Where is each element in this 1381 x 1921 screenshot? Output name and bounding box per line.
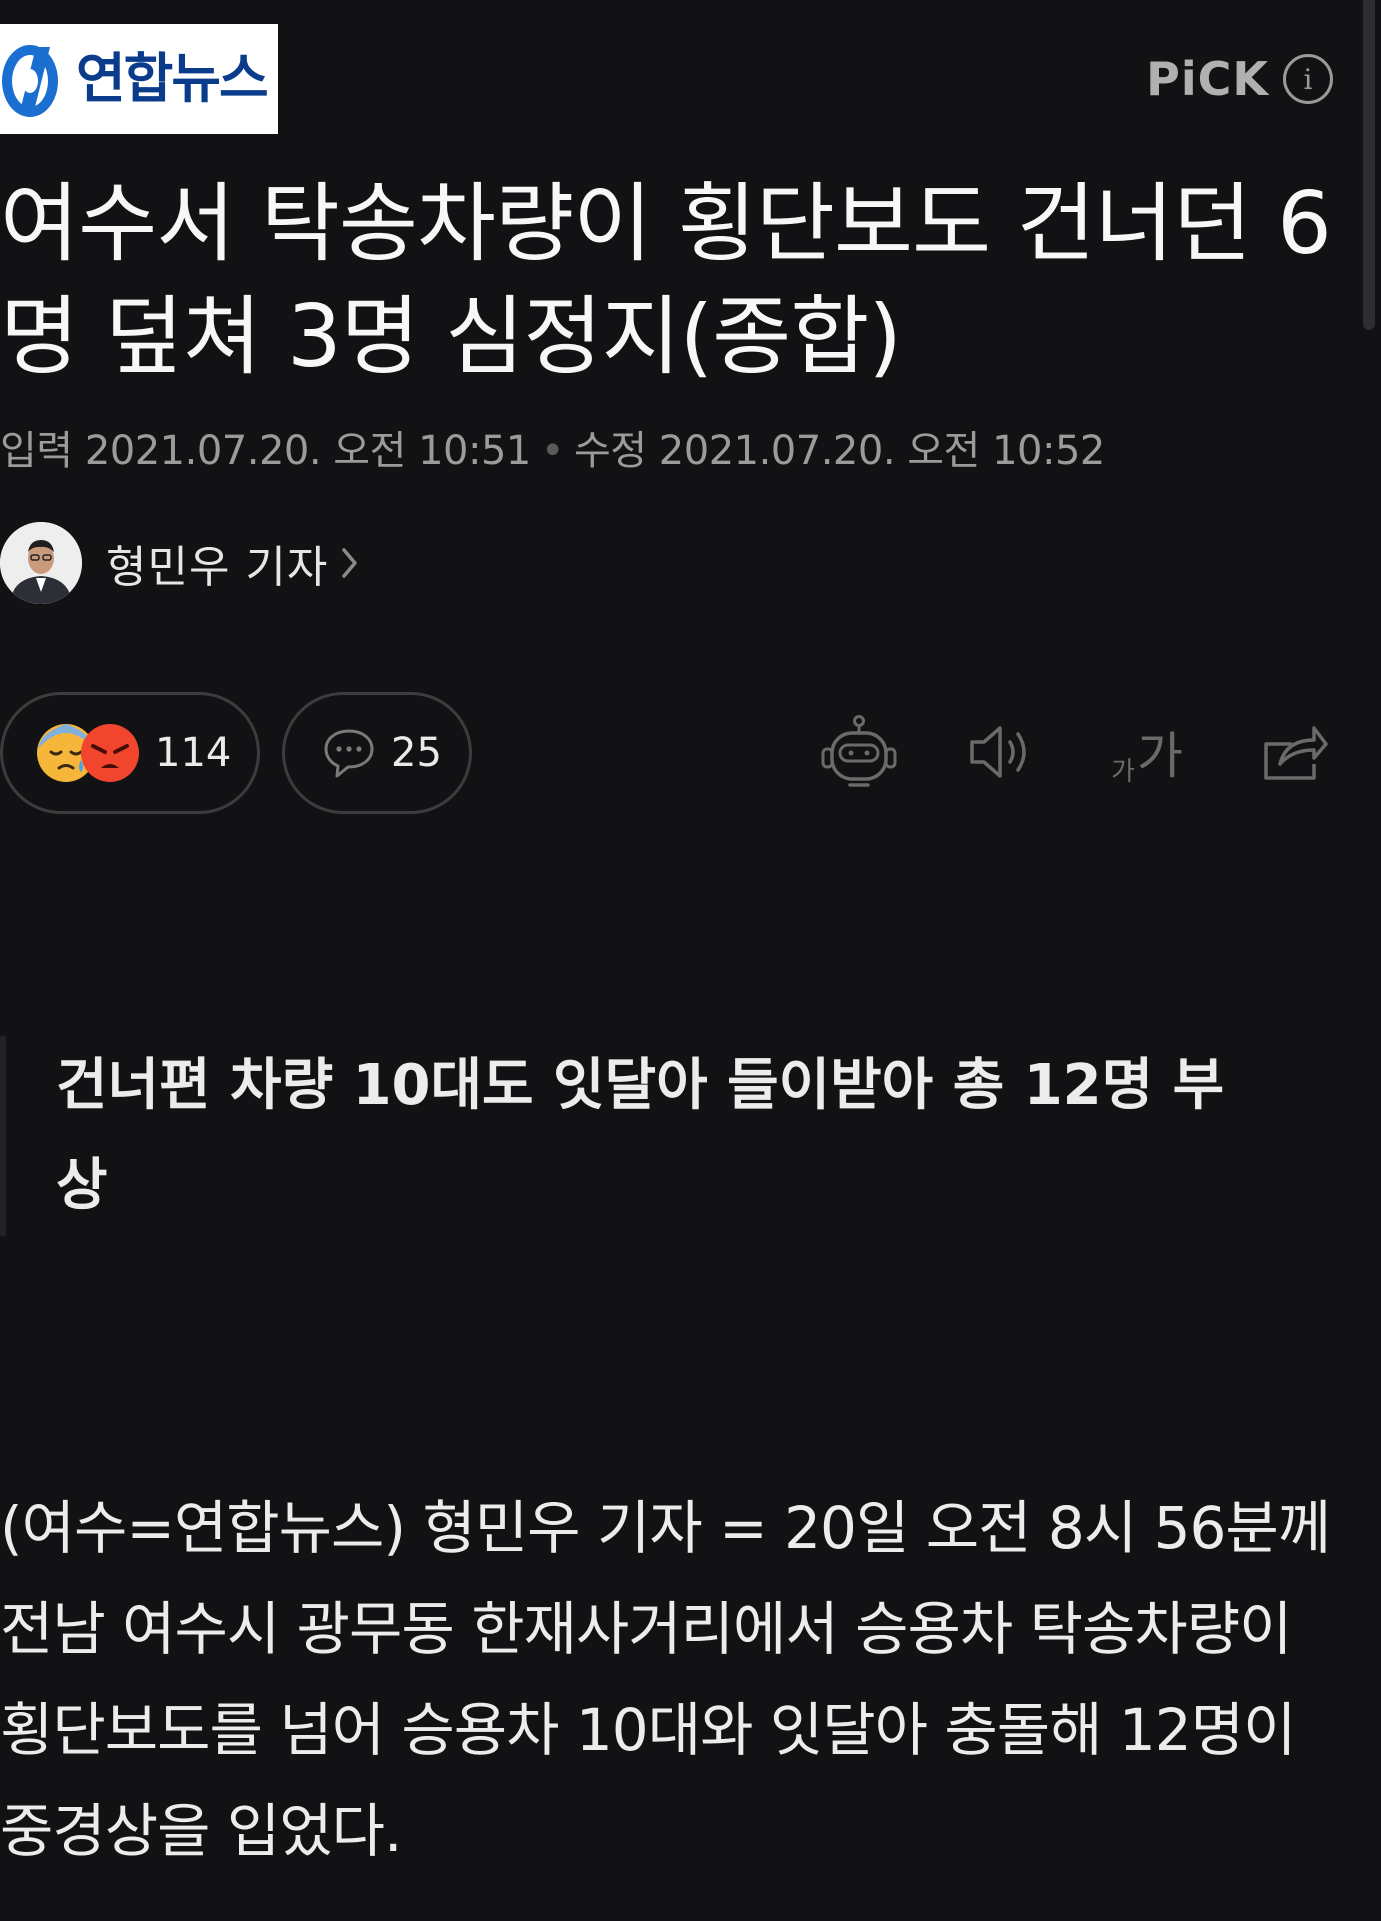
info-icon[interactable]: i <box>1283 54 1333 104</box>
font-size-small-label: 가 <box>1111 757 1135 787</box>
font-size-button[interactable]: 가 가 <box>1104 712 1190 792</box>
author-name: 형민우 기자 <box>106 542 329 593</box>
reaction-button[interactable]: 114 <box>0 692 260 814</box>
share-button[interactable] <box>1260 712 1330 792</box>
yonhap-logo-icon <box>2 45 58 117</box>
chevron-right-icon <box>342 548 358 578</box>
author-link[interactable]: 형민우 기자 <box>0 522 360 604</box>
angry-emoji-icon <box>81 724 139 782</box>
pick-badge[interactable]: PiCK i <box>1146 52 1333 106</box>
article-dates: 입력 2021.07.20. 오전 10:51 • 수정 2021.07.20. 오… <box>0 418 1105 476</box>
text-to-speech-button[interactable] <box>966 712 1038 792</box>
modified-label: 수정 <box>573 428 647 474</box>
input-date: 2021.07.20. 오전 10:51 <box>84 428 532 474</box>
input-label: 입력 <box>0 428 73 474</box>
pick-label: PiCK <box>1146 52 1269 106</box>
avatar <box>0 522 82 604</box>
publisher-logo[interactable]: 연합뉴스 <box>0 24 278 134</box>
article-body: (여수=연합뉴스) 형민우 기자 = 20일 오전 8시 56분께 전남 여수시… <box>0 1494 1331 1865</box>
reaction-count: 114 <box>155 730 232 776</box>
modified-date: 2021.07.20. 오전 10:52 <box>658 428 1106 474</box>
comment-icon <box>324 729 374 778</box>
font-size-large-label: 가 <box>1136 727 1183 785</box>
article-subheading: 건너편 차량 10대도 잇달아 들이받아 총 12명 부상 <box>0 1036 1260 1236</box>
font-size-icon: 가 가 <box>1111 716 1183 788</box>
scrollbar[interactable] <box>1363 0 1375 330</box>
date-separator: • <box>540 428 565 474</box>
publisher-name: 연합뉴스 <box>76 47 269 110</box>
robot-summary-icon <box>821 715 897 787</box>
author-photo-icon <box>0 522 82 604</box>
comment-button[interactable]: 25 <box>282 692 472 814</box>
summary-bot-button[interactable] <box>816 712 902 792</box>
share-icon <box>1264 726 1328 780</box>
article-title: 여수서 탁송차량이 횡단보도 건너던 6명 덮쳐 3명 심정지(종합) <box>0 174 1332 387</box>
comment-count: 25 <box>391 730 442 776</box>
speaker-icon <box>970 726 1026 778</box>
